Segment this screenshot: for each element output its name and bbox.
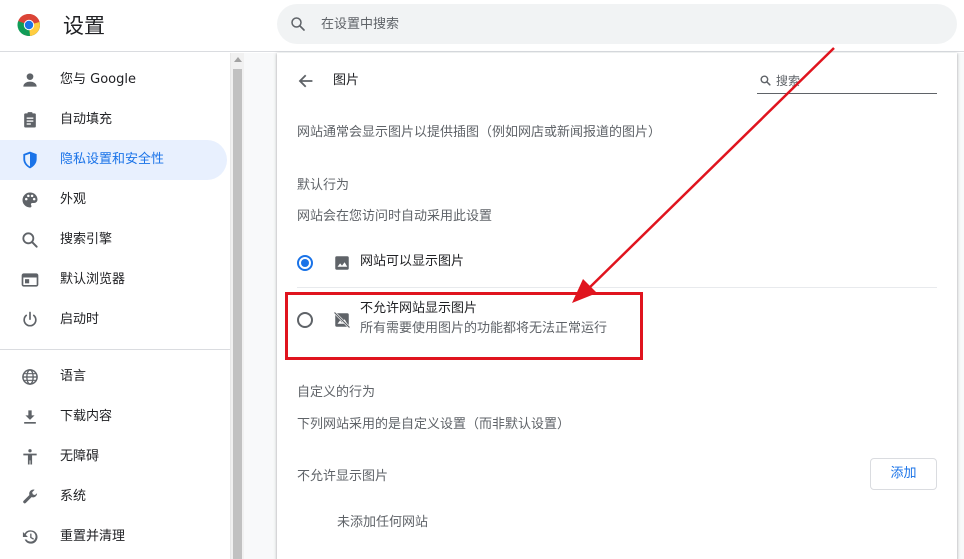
browser-icon (21, 273, 39, 287)
download-icon (24, 410, 36, 424)
sidebar-item-label: 外观 (60, 192, 87, 207)
sidebar-item-label: 自动填充 (60, 112, 113, 127)
option-divider (297, 287, 937, 288)
allow-images-radio[interactable] (297, 255, 313, 271)
sidebar: 您与 Google 自动填充 隐私设置和安全性 外观 搜索引擎 默认浏览器 启动… (0, 53, 230, 559)
top-bar: 设置 (0, 0, 964, 52)
sidebar-item-label: 启动时 (60, 312, 100, 327)
sidebar-item-on-startup[interactable]: 启动时 (0, 300, 227, 340)
sidebar-item-label: 系统 (60, 489, 87, 504)
sidebar-scrollbar[interactable] (230, 53, 244, 559)
search-icon (22, 232, 38, 248)
sidebar-item-system[interactable]: 系统 (0, 477, 227, 517)
sidebar-item-reset-cleanup[interactable]: 重置并清理 (0, 517, 227, 557)
sidebar-item-languages[interactable]: 语言 (0, 357, 227, 397)
settings-search-input[interactable] (321, 4, 921, 44)
sidebar-item-you-and-google[interactable]: 您与 Google (0, 60, 227, 100)
empty-sites-text: 未添加任何网站 (337, 515, 429, 530)
app-title: 设置 (63, 14, 105, 38)
annotation-highlight-box (285, 292, 643, 360)
sidebar-item-label: 默认浏览器 (60, 272, 126, 287)
sidebar-item-accessibility[interactable]: 无障碍 (0, 437, 227, 477)
custom-behavior-subheading: 下列网站采用的是自定义设置（而非默认设置） (297, 417, 571, 432)
image-icon (335, 256, 349, 270)
allow-images-label[interactable]: 网站可以显示图片 (360, 252, 464, 272)
sidebar-item-autofill[interactable]: 自动填充 (0, 100, 227, 140)
page-title: 图片 (333, 73, 360, 88)
sidebar-item-label: 搜索引擎 (60, 232, 113, 247)
accessibility-icon (23, 449, 37, 465)
page-search-box[interactable] (757, 70, 937, 94)
sidebar-item-label: 下载内容 (60, 409, 113, 424)
palette-icon (22, 192, 38, 208)
page-description: 网站通常会显示图片以提供插图（例如网店或新闻报道的图片） (297, 125, 662, 140)
power-icon (23, 311, 37, 327)
scrollbar-thumb[interactable] (233, 69, 242, 559)
shield-icon (23, 151, 37, 169)
sidebar-divider (0, 349, 230, 350)
globe-icon (22, 369, 38, 385)
search-icon (291, 17, 305, 31)
chrome-logo-icon (17, 13, 40, 37)
back-arrow-icon[interactable] (295, 70, 317, 92)
page-search-input[interactable] (776, 70, 926, 92)
sidebar-item-label: 重置并清理 (60, 529, 126, 544)
person-icon (23, 73, 37, 87)
sidebar-item-search-engine[interactable]: 搜索引擎 (0, 220, 227, 260)
settings-search-box[interactable] (277, 4, 957, 44)
sidebar-item-downloads[interactable]: 下载内容 (0, 397, 227, 437)
default-behavior-subheading: 网站会在您访问时自动采用此设置 (297, 209, 493, 224)
sidebar-item-label: 语言 (60, 369, 87, 384)
restore-icon (22, 530, 38, 544)
sidebar-item-label: 隐私设置和安全性 (60, 152, 165, 167)
custom-behavior-heading: 自定义的行为 (297, 385, 376, 400)
add-site-button[interactable]: 添加 (870, 458, 937, 490)
sidebar-item-privacy-security[interactable]: 隐私设置和安全性 (0, 140, 227, 180)
wrench-icon (23, 489, 38, 504)
scroll-up-arrow-icon[interactable] (234, 57, 242, 62)
default-behavior-heading: 默认行为 (297, 178, 350, 193)
search-icon (760, 75, 771, 86)
sidebar-item-appearance[interactable]: 外观 (0, 180, 227, 220)
sidebar-item-label: 您与 Google (60, 72, 136, 87)
blocked-sites-heading: 不允许显示图片 (297, 469, 389, 484)
clipboard-icon (24, 112, 36, 128)
sidebar-item-label: 无障碍 (60, 449, 100, 464)
sidebar-item-default-browser[interactable]: 默认浏览器 (0, 260, 227, 300)
